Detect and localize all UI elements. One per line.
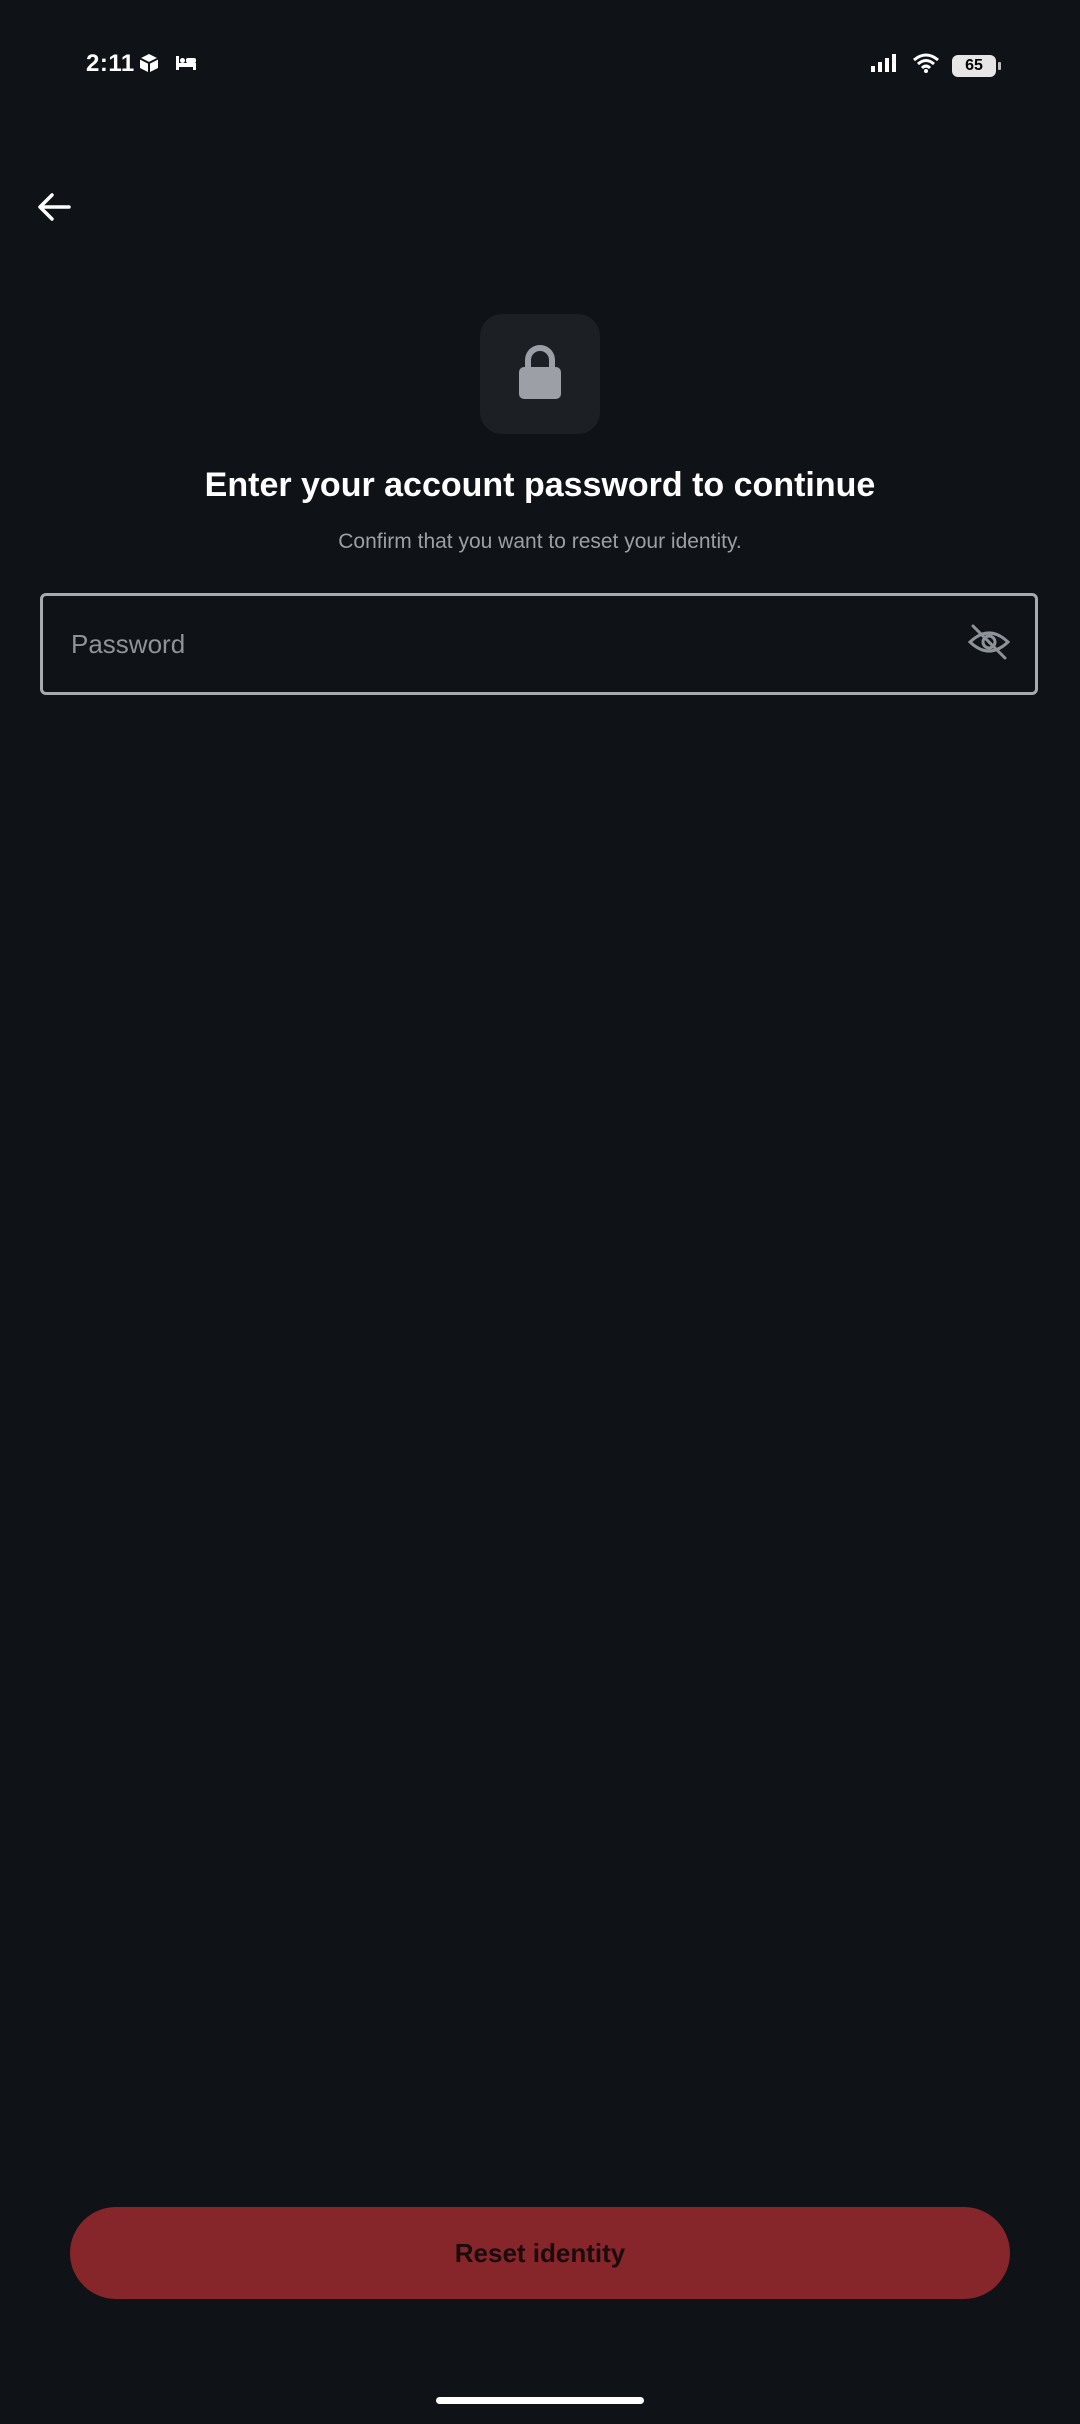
reset-identity-button[interactable]: Reset identity <box>70 2207 1010 2299</box>
eye-off-icon <box>967 622 1011 667</box>
password-visibility-toggle[interactable] <box>965 620 1013 668</box>
page-title: Enter your account password to continue <box>204 466 876 504</box>
signal-icon <box>870 52 900 79</box>
status-left-icons <box>138 52 198 79</box>
battery-icon: 65 <box>952 54 1001 77</box>
arrow-left-icon <box>37 192 71 227</box>
status-bar: 2:11 65 <box>0 50 1080 104</box>
status-right-icons: 65 <box>870 52 1001 79</box>
wifi-icon <box>912 52 940 79</box>
page-subtitle: Confirm that you want to reset your iden… <box>338 530 742 553</box>
box-notification-icon <box>138 52 160 79</box>
lock-badge <box>480 314 600 434</box>
password-input[interactable] <box>69 627 965 661</box>
bed-icon <box>174 52 198 79</box>
status-time: 2:11 <box>86 50 135 77</box>
home-indicator[interactable] <box>436 2397 644 2404</box>
password-field[interactable] <box>40 593 1038 695</box>
lock-icon <box>517 344 563 405</box>
back-button[interactable] <box>30 185 78 233</box>
